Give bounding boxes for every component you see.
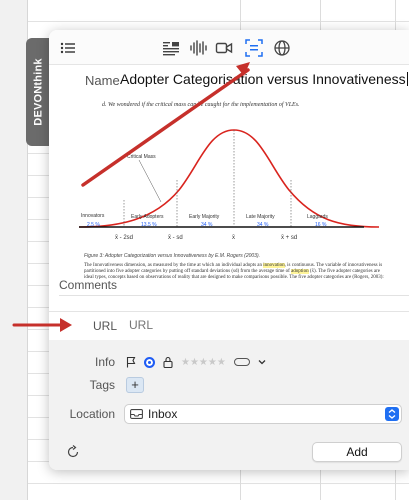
chevron-down-icon[interactable]: [258, 358, 266, 366]
laggards-pct: 16 %: [315, 222, 327, 228]
refresh-icon[interactable]: [66, 445, 80, 459]
info-controls: ★★★★★: [126, 355, 266, 369]
early-majority-pct: 34 %: [201, 222, 213, 228]
label-color-dot[interactable]: [144, 356, 155, 368]
name-row: Name Adopter Categorisation versus Innov…: [49, 68, 409, 96]
doc-body-paragraph: The Innovativeness dimension, as measure…: [84, 263, 389, 281]
document-preview[interactable]: d. We wondered if the critical mass can …: [59, 98, 409, 296]
innovators-pct: 2.5 %: [87, 222, 100, 228]
video-camera-icon[interactable]: [215, 39, 233, 57]
tick-x-bar: x̄: [232, 235, 235, 241]
innovators-label: Innovators: [81, 213, 105, 219]
tick-x-minus-sd: x̄ - sd: [168, 235, 183, 241]
list-icon[interactable]: [59, 39, 77, 57]
tick-x-plus-sd: x̄ + sd: [281, 235, 297, 241]
name-label: Name: [85, 73, 120, 88]
critical-mass-label: Critical Mass: [127, 154, 156, 160]
tick-x-minus-2sd: x̄ - 2sd: [115, 235, 133, 241]
sheet-row-gutter: [0, 0, 28, 500]
metadata-section: Info ★★★★★ Tags + Location Inbox Add: [49, 340, 409, 470]
lock-icon[interactable]: [163, 356, 173, 368]
early-adopters-pct: 13.5 %: [141, 222, 157, 228]
devonthink-side-tab[interactable]: DEVONthink: [26, 38, 51, 146]
name-field-text: Adopter Categorisation versus Innovative…: [120, 71, 406, 87]
early-adopters-label: Early Adopters: [131, 214, 164, 220]
formatted-note-icon[interactable]: [162, 39, 180, 57]
highlighted-term: innovation: [263, 263, 285, 268]
location-value: Inbox: [148, 407, 178, 421]
web-archive-globe-icon[interactable]: [273, 39, 291, 57]
text-cursor: [406, 72, 408, 86]
location-label: Location: [69, 407, 115, 421]
body-text: The Innovativeness dimension, as measure…: [84, 263, 264, 268]
location-select[interactable]: Inbox: [124, 404, 402, 424]
laggards-label: Laggards: [307, 214, 328, 220]
info-label: Info: [94, 355, 115, 369]
toolbar: [49, 30, 409, 65]
rating-stars[interactable]: ★★★★★: [181, 357, 226, 368]
critical-mass-pointer: [138, 159, 162, 203]
url-label: URL: [93, 319, 118, 333]
doc-heading: d. We wondered if the critical mass can …: [102, 102, 300, 108]
divider: [49, 311, 409, 312]
late-majority-label: Late Majority: [246, 214, 275, 220]
select-stepper-icon: [385, 407, 399, 421]
label-pill-icon[interactable]: [233, 358, 250, 366]
name-field[interactable]: Adopter Categorisation versus Innovative…: [120, 71, 408, 87]
url-input[interactable]: [129, 316, 399, 334]
early-majority-label: Early Majority: [189, 214, 220, 220]
comments-label: Comments: [59, 278, 118, 292]
late-majority-pct: 34 %: [257, 222, 269, 228]
add-button[interactable]: Add: [312, 442, 402, 462]
add-tag-button[interactable]: +: [126, 377, 144, 393]
tags-label: Tags: [89, 378, 115, 392]
audio-waveform-icon[interactable]: [189, 39, 207, 57]
adoption-curve-figure: Critical Mass Innovators 2.5 % Early Ado…: [79, 129, 379, 241]
capture-screenshot-icon[interactable]: [245, 39, 263, 57]
figure-caption: Figure 3: Adopter Categorization versus …: [84, 253, 261, 259]
clip-panel: Name Adopter Categorisation versus Innov…: [49, 30, 409, 470]
flag-icon[interactable]: [126, 356, 136, 368]
highlighted-term: adoption: [291, 269, 309, 274]
side-tab-label: DEVONthink: [32, 58, 45, 126]
inbox-tray-icon: [130, 409, 143, 419]
